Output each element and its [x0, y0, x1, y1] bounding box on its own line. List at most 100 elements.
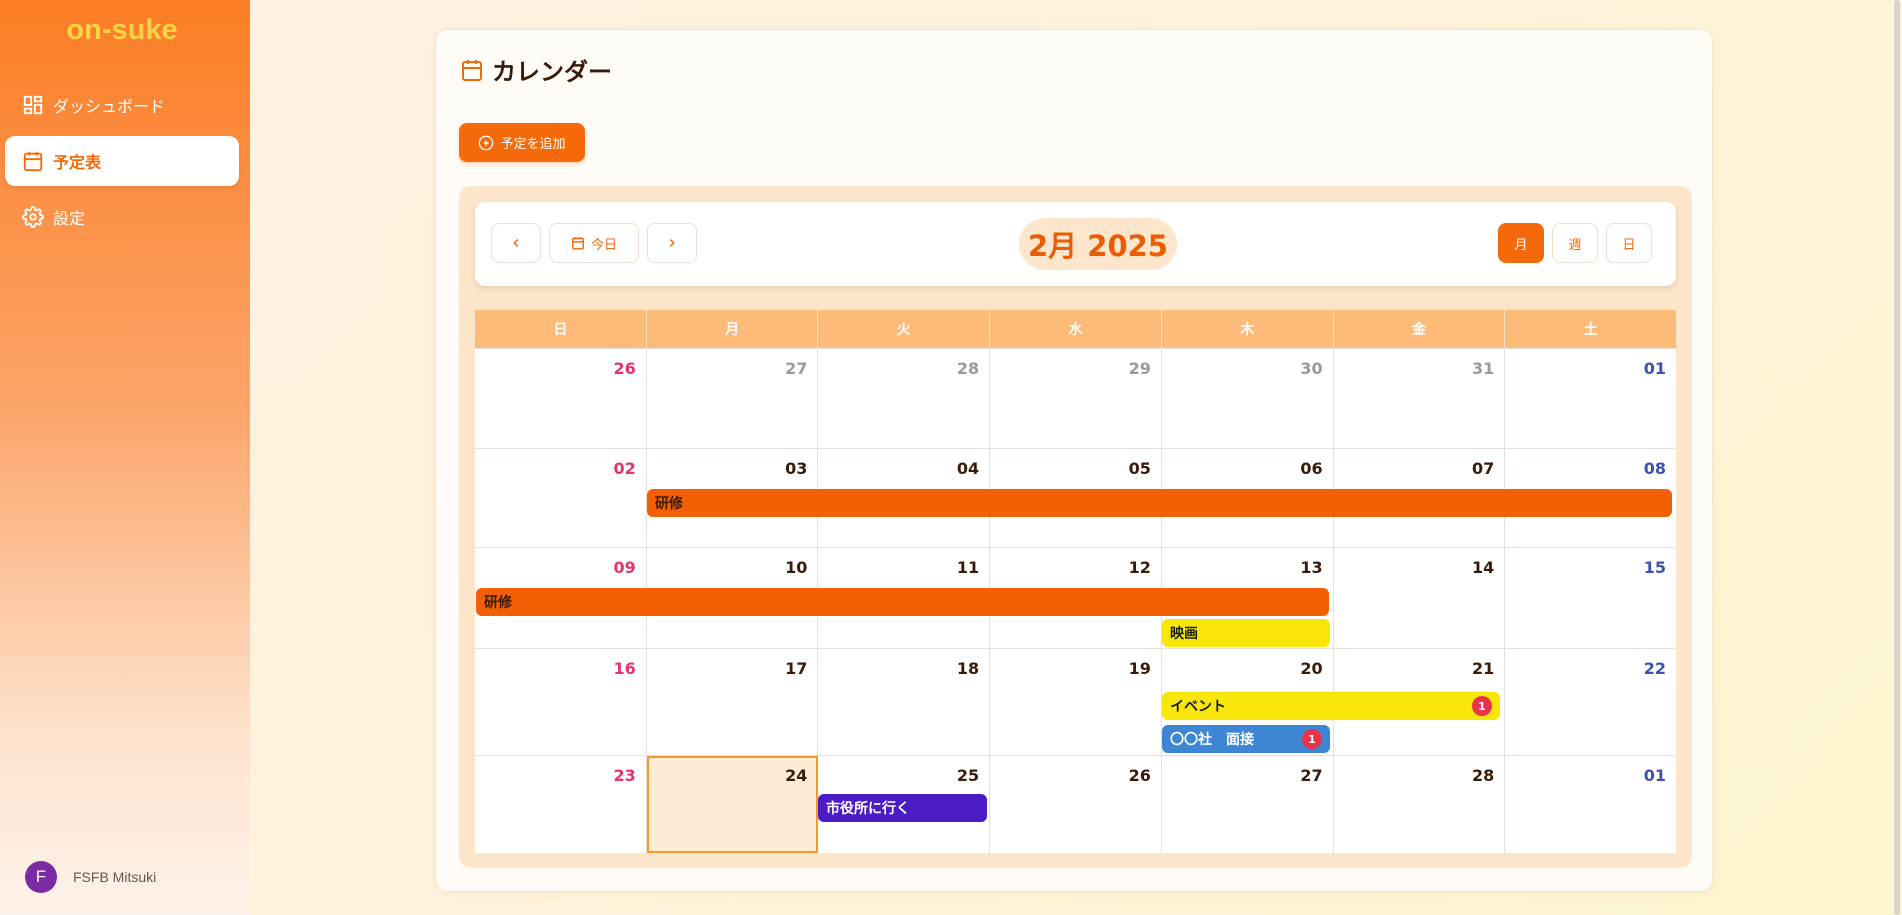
- weekday-sat: 土: [1583, 322, 1598, 338]
- day-number: 24: [785, 766, 808, 785]
- event-title: 映画: [1170, 626, 1198, 642]
- event-title: 研修: [655, 496, 683, 512]
- day-cell[interactable]: 23: [475, 756, 647, 853]
- sidebar-item-label: ダッシュボード: [53, 97, 166, 116]
- sidebar-item-label: 予定表: [53, 153, 102, 172]
- day-cell[interactable]: 16: [475, 649, 647, 755]
- day-cell[interactable]: 02: [475, 449, 647, 547]
- sidebar: on-suke ダッシュボード 予定表 設定 F FSFB Mitsuki: [0, 0, 250, 915]
- day-cell[interactable]: 29: [990, 349, 1162, 448]
- calendar-icon: [460, 58, 484, 82]
- add-event-button[interactable]: 予定を追加: [459, 123, 585, 162]
- day-cell[interactable]: 22: [1505, 649, 1676, 755]
- view-month-button[interactable]: 月: [1498, 223, 1544, 263]
- app-logo[interactable]: on-suke: [0, 14, 244, 47]
- weekday-wed: 水: [990, 310, 1162, 348]
- day-cell[interactable]: 31: [1334, 349, 1506, 448]
- event-training[interactable]: 研修: [476, 588, 1329, 616]
- event-interview[interactable]: 〇〇社 面接 1: [1162, 725, 1330, 753]
- day-cell[interactable]: 27: [647, 349, 819, 448]
- day-cell[interactable]: 17: [647, 649, 819, 755]
- event-title: 研修: [484, 595, 512, 611]
- day-number: 08: [1643, 459, 1667, 478]
- day-cell-today[interactable]: 24: [646, 756, 819, 853]
- day-cell[interactable]: 26: [990, 756, 1162, 853]
- day-number: 10: [785, 558, 808, 577]
- day-number: 28: [1472, 766, 1495, 785]
- day-number: 20: [1300, 659, 1323, 678]
- user-name: FSFB Mitsuki: [73, 869, 157, 885]
- day-number: 19: [1128, 659, 1151, 678]
- view-week-button[interactable]: 週: [1552, 223, 1598, 263]
- today-button[interactable]: 今日: [549, 223, 639, 263]
- weekday-thu: 木: [1162, 310, 1334, 348]
- day-number: 13: [1300, 558, 1323, 577]
- page-title-text: カレンダー: [492, 58, 612, 86]
- weekday-tue: 火: [818, 310, 991, 348]
- scrollbar-thumb[interactable]: [1894, 0, 1900, 915]
- day-number: 11: [956, 558, 980, 577]
- day-number: 21: [1472, 659, 1495, 678]
- day-cell[interactable]: 27: [1162, 756, 1334, 853]
- event-count-badge: 1: [1302, 729, 1322, 749]
- day-cell[interactable]: 15: [1505, 548, 1676, 648]
- event-title: イベント: [1170, 699, 1226, 715]
- day-cell[interactable]: 28: [818, 349, 991, 448]
- sidebar-item-settings[interactable]: 設定: [5, 192, 239, 242]
- sidebar-item-label: 設定: [53, 209, 86, 228]
- day-number: 26: [1128, 766, 1151, 785]
- sidebar-item-dashboard[interactable]: ダッシュボード: [5, 80, 239, 130]
- day-number: 01: [1643, 766, 1667, 785]
- avatar[interactable]: F: [25, 861, 57, 893]
- day-number: 05: [1128, 459, 1151, 478]
- weekday-header: 日 月 火 水 木 金 土: [475, 310, 1676, 348]
- week-row: 26 27 28 29 30 31 01: [475, 348, 1676, 448]
- calendar-toolbar: 今日 2月 2025 月 週 日: [475, 202, 1676, 286]
- day-cell[interactable]: 14: [1334, 548, 1506, 648]
- event-event[interactable]: イベント 1: [1162, 692, 1500, 720]
- day-number: 01: [1643, 359, 1667, 378]
- day-number: 23: [613, 766, 636, 785]
- day-number: 16: [613, 659, 636, 678]
- sidebar-item-schedule[interactable]: 予定表: [5, 136, 239, 186]
- day-cell[interactable]: 19: [990, 649, 1162, 755]
- user-profile[interactable]: F FSFB Mitsuki: [25, 861, 156, 893]
- day-cell[interactable]: 26: [475, 349, 647, 448]
- day-number: 30: [1300, 359, 1323, 378]
- day-cell[interactable]: 30: [1162, 349, 1334, 448]
- day-number: 27: [1300, 766, 1323, 785]
- view-day-button[interactable]: 日: [1606, 223, 1652, 263]
- day-number: 03: [785, 459, 808, 478]
- month-grid: 日 月 火 水 木 金 土 26 27 28 29 30 31 01 02 03…: [475, 310, 1676, 853]
- day-cell[interactable]: 01: [1505, 756, 1676, 853]
- weekday-mon: 月: [647, 310, 819, 348]
- page-title: カレンダー: [460, 52, 612, 87]
- calendar-icon: [571, 236, 585, 250]
- next-month-button[interactable]: [647, 223, 697, 263]
- day-number: 28: [956, 359, 980, 378]
- day-cell[interactable]: 18: [818, 649, 991, 755]
- day-number: 15: [1643, 558, 1667, 577]
- event-training[interactable]: 研修: [647, 489, 1672, 517]
- event-city-hall[interactable]: 市役所に行く: [818, 794, 987, 822]
- day-cell[interactable]: 01: [1505, 349, 1676, 448]
- event-count-badge: 1: [1472, 696, 1492, 716]
- event-movie[interactable]: 映画: [1162, 619, 1330, 647]
- chevron-left-icon: [513, 238, 519, 248]
- day-number: 31: [1472, 359, 1495, 378]
- day-number: 18: [956, 659, 980, 678]
- day-number: 29: [1128, 359, 1151, 378]
- day-cell[interactable]: 28: [1334, 756, 1506, 853]
- calendar-container: 今日 2月 2025 月 週 日 日 月 火 水 木 金 土 26 27 28 …: [459, 186, 1692, 868]
- day-number: 27: [785, 359, 808, 378]
- add-event-label: 予定を追加: [500, 136, 566, 151]
- weekday-fri: 金: [1334, 310, 1506, 348]
- day-number: 25: [956, 766, 980, 785]
- month-label: 2月 2025: [1019, 218, 1177, 270]
- prev-month-button[interactable]: [491, 223, 541, 263]
- page-scrollbar[interactable]: [1892, 0, 1902, 915]
- chevron-right-icon: [669, 238, 675, 248]
- day-number: 06: [1300, 459, 1323, 478]
- plus-circle-icon: [478, 135, 494, 151]
- calendar-card: カレンダー 予定を追加 今日 2月 2025 月 週 日 日 月 火 水 木 金…: [435, 29, 1713, 892]
